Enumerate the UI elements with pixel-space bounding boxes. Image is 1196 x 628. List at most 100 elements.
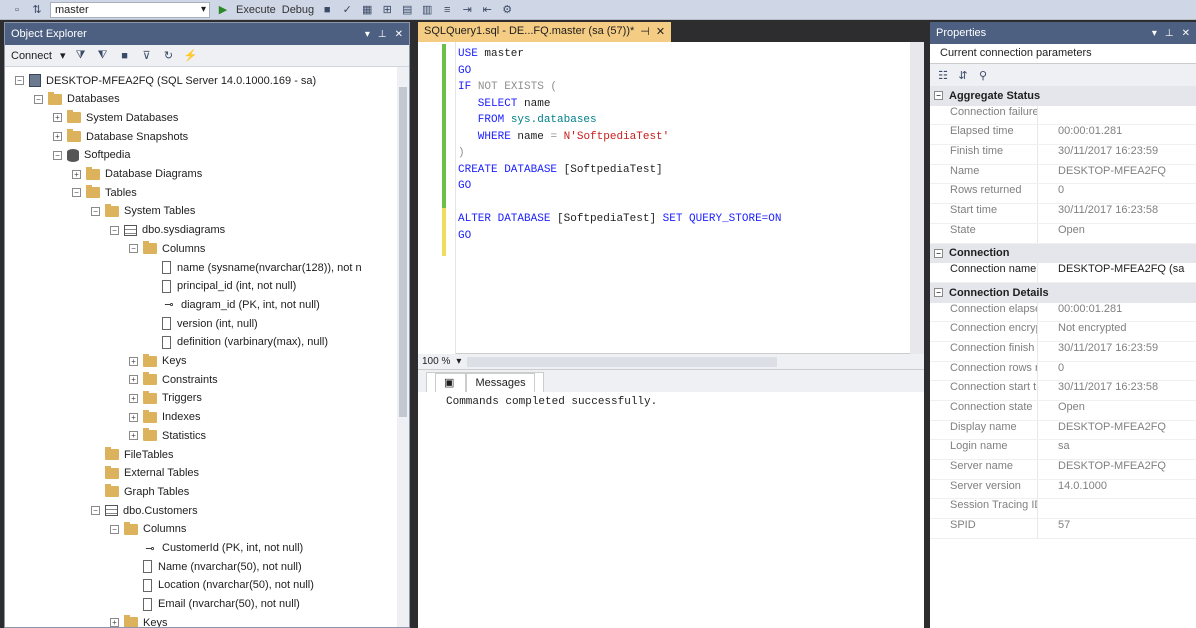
properties-object-select[interactable]: Current connection parameters [930, 44, 1196, 64]
connect-dropdown-icon[interactable]: ▾ [60, 49, 66, 62]
specify-values-icon[interactable]: ⚙ [500, 3, 514, 17]
parse-icon[interactable]: ✓ [340, 3, 354, 17]
tree-node[interactable]: + Triggers [129, 389, 202, 408]
connect-button[interactable]: Connect [11, 50, 52, 62]
dropdown-icon[interactable]: ▾ [365, 29, 370, 40]
dropdown-icon[interactable]: ▾ [1152, 28, 1157, 39]
outdent-icon[interactable]: ⇤ [480, 3, 494, 17]
code-line[interactable]: FROM sys.databases [458, 112, 597, 128]
tree-node[interactable]: principal_id (int, not null) [148, 277, 296, 296]
property-row[interactable]: Login name sa [930, 440, 1196, 461]
tree-node[interactable]: − Columns [110, 520, 186, 539]
activity-icon[interactable]: ⚡ [184, 49, 198, 63]
property-row[interactable]: Connection elapse 00:00:01.281 [930, 302, 1196, 323]
code-line[interactable]: GO [458, 228, 471, 244]
alphabetical-icon[interactable]: ⇵ [956, 68, 970, 82]
tree-node[interactable]: − dbo.sysdiagrams [110, 221, 225, 240]
zoom-level[interactable]: 100 % [422, 356, 450, 367]
close-tab-icon[interactable]: ✕ [656, 25, 665, 39]
expand-toggle-icon[interactable]: − [53, 150, 62, 160]
tree-node[interactable]: − System Tables [91, 202, 195, 221]
collapse-toggle-icon[interactable]: − [934, 91, 943, 101]
tree-node[interactable]: definition (varbinary(max), null) [148, 333, 328, 352]
tree-node[interactable]: name (sysname(nvarchar(128)), not n [148, 258, 362, 277]
tree-node[interactable]: Email (nvarchar(50), not null) [129, 595, 300, 614]
tree-node[interactable]: External Tables [91, 464, 199, 483]
expand-toggle-icon[interactable]: − [34, 94, 43, 104]
tree-node[interactable]: Graph Tables [91, 482, 189, 501]
tree-node[interactable]: − dbo.Customers [91, 501, 198, 520]
plan-icon[interactable]: ⊞ [380, 3, 394, 17]
pin-icon[interactable]: ⊥ [1165, 28, 1174, 39]
tree-node[interactable]: version (int, null) [148, 314, 258, 333]
expand-toggle-icon[interactable]: + [53, 113, 62, 123]
tree-node[interactable]: + Constraints [129, 370, 218, 389]
expand-toggle-icon[interactable]: + [72, 169, 81, 179]
expand-toggle-icon[interactable]: − [15, 76, 24, 85]
property-row[interactable]: State Open [930, 223, 1196, 244]
tree-node[interactable]: − Databases [34, 90, 120, 109]
tree-node[interactable]: ⊸ diagram_id (PK, int, not null) [148, 295, 319, 314]
expand-toggle-icon[interactable]: + [129, 412, 138, 422]
results-grid-icon[interactable]: ▤ [400, 3, 414, 17]
tree-node[interactable]: ⊸ CustomerId (PK, int, not null) [129, 539, 303, 558]
query-tab[interactable]: SQLQuery1.sql - DE...FQ.master (sa (57))… [418, 22, 672, 42]
property-row[interactable]: SPID 57 [930, 519, 1196, 539]
property-row[interactable]: Connection state Open [930, 401, 1196, 421]
tree-node[interactable]: FileTables [91, 445, 174, 464]
property-row[interactable]: Connection start ti 30/11/2017 16:23:58 [930, 381, 1196, 401]
property-row[interactable]: Server version 14.0.1000 [930, 479, 1196, 500]
expand-toggle-icon[interactable]: − [91, 506, 100, 516]
tree-node[interactable]: − Columns [129, 239, 205, 258]
zoom-dropdown-icon[interactable]: ▾ [456, 356, 461, 367]
property-row[interactable]: Session Tracing ID [930, 499, 1196, 520]
database-select[interactable]: master [50, 1, 210, 18]
collapse-toggle-icon[interactable]: − [934, 288, 943, 298]
expand-toggle-icon[interactable]: − [110, 524, 119, 534]
property-row[interactable]: Start time 30/11/2017 16:23:58 [930, 204, 1196, 224]
expand-toggle-icon[interactable]: − [91, 206, 100, 216]
editor-vertical-scrollbar[interactable] [910, 42, 924, 354]
property-category[interactable]: − Connection [930, 243, 1196, 264]
collapse-toggle-icon[interactable]: − [934, 248, 943, 258]
filter-settings-icon[interactable]: ⧨ [96, 49, 110, 63]
property-category[interactable]: − Aggregate Status [930, 86, 1196, 106]
filter-icon[interactable]: ⧩ [74, 49, 88, 63]
tree-node[interactable]: + System Databases [53, 108, 178, 127]
tree-node[interactable]: + Database Snapshots [53, 127, 188, 146]
property-pages-icon[interactable]: ⚲ [976, 68, 990, 82]
scrollbar-thumb[interactable] [399, 87, 407, 417]
code-line[interactable]: ) [458, 145, 465, 161]
refresh-icon[interactable]: ↻ [162, 49, 176, 63]
close-icon[interactable]: ✕ [395, 29, 403, 40]
property-row[interactable]: Elapsed time 00:00:01.281 [930, 125, 1196, 146]
property-row[interactable]: Rows returned 0 [930, 184, 1196, 205]
results-icon[interactable]: ▦ [360, 3, 374, 17]
expand-toggle-icon[interactable]: + [110, 618, 119, 627]
property-row[interactable]: Server name DESKTOP-MFEA2FQ [930, 460, 1196, 480]
messages-tab[interactable]: ▣ Messages [426, 372, 544, 392]
expand-toggle-icon[interactable]: − [129, 244, 138, 254]
indent-icon[interactable]: ⇥ [460, 3, 474, 17]
execute-button[interactable]: Execute [236, 4, 276, 16]
tree-node[interactable]: + Database Diagrams [72, 165, 202, 184]
cancel-icon[interactable]: ■ [320, 3, 334, 17]
categorized-icon[interactable]: ☷ [936, 68, 950, 82]
tree-node[interactable]: + Indexes [129, 408, 201, 427]
code-line[interactable]: USE master [458, 46, 524, 62]
property-row[interactable]: Display name DESKTOP-MFEA2FQ [930, 420, 1196, 441]
expand-toggle-icon[interactable]: − [110, 225, 119, 235]
code-line[interactable]: ALTER DATABASE [SoftpediaTest] SET QUERY… [458, 211, 781, 227]
stop-icon[interactable]: ■ [118, 49, 132, 63]
property-row[interactable]: Connection failure [930, 105, 1196, 126]
property-row[interactable]: Connection finish t 30/11/2017 16:23:59 [930, 341, 1196, 362]
object-tree-scrollbar[interactable] [397, 67, 409, 627]
code-line[interactable]: IF NOT EXISTS ( [458, 79, 557, 95]
editor-horizontal-scrollbar[interactable] [467, 356, 778, 367]
tree-node[interactable]: Location (nvarchar(50), not null) [129, 576, 314, 595]
results-text-icon[interactable]: ▥ [420, 3, 434, 17]
sql-code-editor[interactable]: USE master GO IF NOT EXISTS ( SELECT name … [418, 42, 924, 354]
expand-toggle-icon[interactable]: − [72, 188, 81, 198]
filter-clear-icon[interactable]: ⊽ [140, 49, 154, 63]
pin-icon[interactable]: ⊥ [378, 29, 387, 40]
